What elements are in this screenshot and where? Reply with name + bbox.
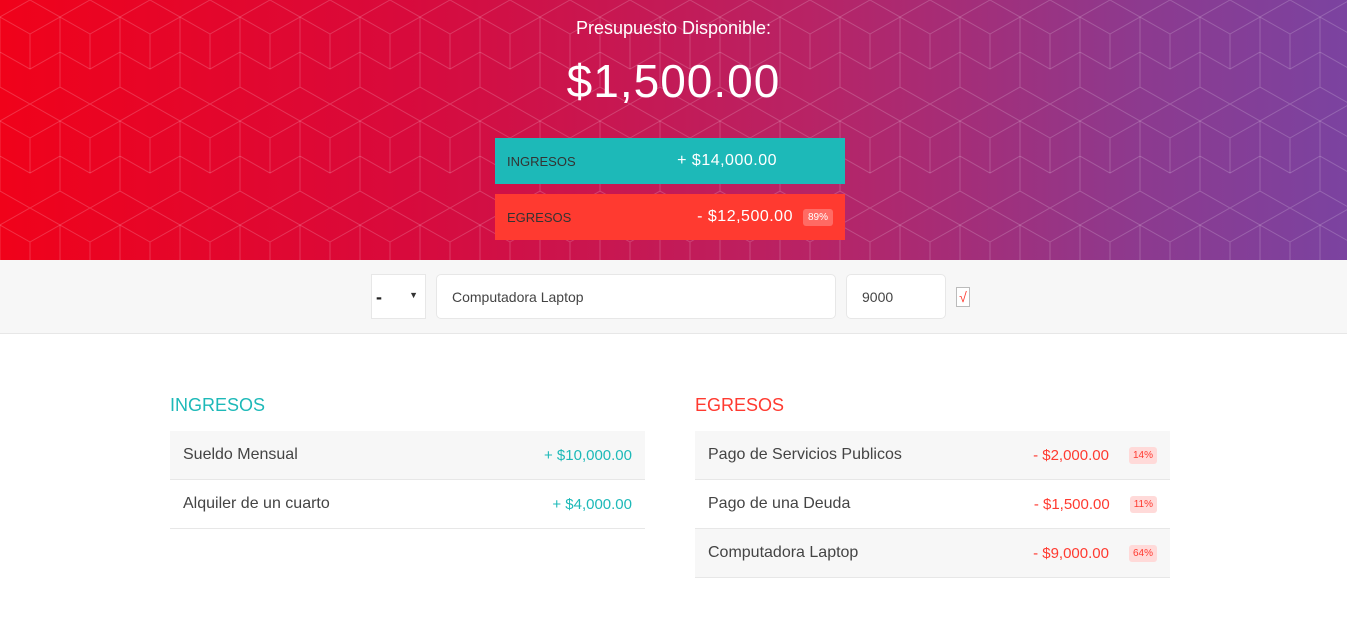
expense-item[interactable]: Computadora Laptop - $9,000.00 64% bbox=[695, 529, 1170, 578]
income-item[interactable]: Sueldo Mensual + $10,000.00 bbox=[170, 431, 645, 480]
income-item-description: Sueldo Mensual bbox=[183, 446, 298, 463]
income-item[interactable]: Alquiler de un cuarto + $4,000.00 bbox=[170, 480, 645, 529]
type-select[interactable]: - ▼ bbox=[371, 274, 426, 319]
expense-item-percentage: 64% bbox=[1128, 544, 1157, 562]
expense-item-value: - $1,500.00 bbox=[1033, 495, 1110, 513]
type-select-value: - bbox=[376, 287, 382, 307]
expense-summary-value: - $12,500.00 bbox=[697, 208, 793, 225]
income-summary-value: + $14,000.00 bbox=[677, 152, 777, 169]
expense-item-percentage: 11% bbox=[1129, 495, 1157, 513]
income-summary-label: Ingresos bbox=[507, 153, 576, 169]
income-item-value: + $10,000.00 bbox=[543, 446, 632, 464]
expense-item-description: Pago de una Deuda bbox=[708, 495, 851, 512]
expense-summary-label: Egresos bbox=[507, 209, 572, 225]
expense-item-description: Pago de Servicios Publicos bbox=[708, 446, 902, 463]
income-list-title: Ingresos bbox=[170, 395, 266, 415]
expense-item-value: - $9,000.00 bbox=[1033, 544, 1109, 562]
income-list: Ingresos Sueldo Mensual + $10,000.00 Alq… bbox=[170, 395, 645, 529]
expense-item[interactable]: Pago de una Deuda - $1,500.00 11% bbox=[695, 480, 1170, 529]
income-item-description: Alquiler de un cuarto bbox=[183, 495, 330, 512]
expense-item-description: Computadora Laptop bbox=[708, 544, 859, 561]
income-summary: Ingresos + $14,000.00 bbox=[495, 138, 845, 184]
expense-summary: Egresos - $12,500.00 89% bbox=[495, 194, 845, 240]
budget-header: Presupuesto Disponible: $1,500.00 Ingres… bbox=[0, 0, 1347, 260]
budget-available-value: $1,500.00 bbox=[566, 55, 781, 107]
add-button[interactable]: √ bbox=[956, 287, 970, 307]
expense-item-percentage: 14% bbox=[1128, 446, 1157, 464]
expense-item-value: - $2,000.00 bbox=[1033, 446, 1109, 464]
add-entry-bar: - ▼ bbox=[0, 260, 1347, 334]
expense-item[interactable]: Pago de Servicios Publicos - $2,000.00 1… bbox=[695, 431, 1170, 480]
description-input[interactable] bbox=[436, 274, 836, 319]
budget-title: Presupuesto Disponible: bbox=[575, 18, 772, 38]
expense-list-title: Egresos bbox=[695, 395, 785, 415]
checkmark-icon: √ bbox=[959, 289, 967, 305]
income-item-value: + $4,000.00 bbox=[552, 495, 632, 513]
amount-input[interactable] bbox=[846, 274, 946, 319]
expense-summary-percentage: 89% bbox=[802, 208, 833, 226]
chevron-down-icon: ▼ bbox=[409, 290, 418, 300]
expense-list: Egresos Pago de Servicios Publicos - $2,… bbox=[695, 395, 1170, 578]
